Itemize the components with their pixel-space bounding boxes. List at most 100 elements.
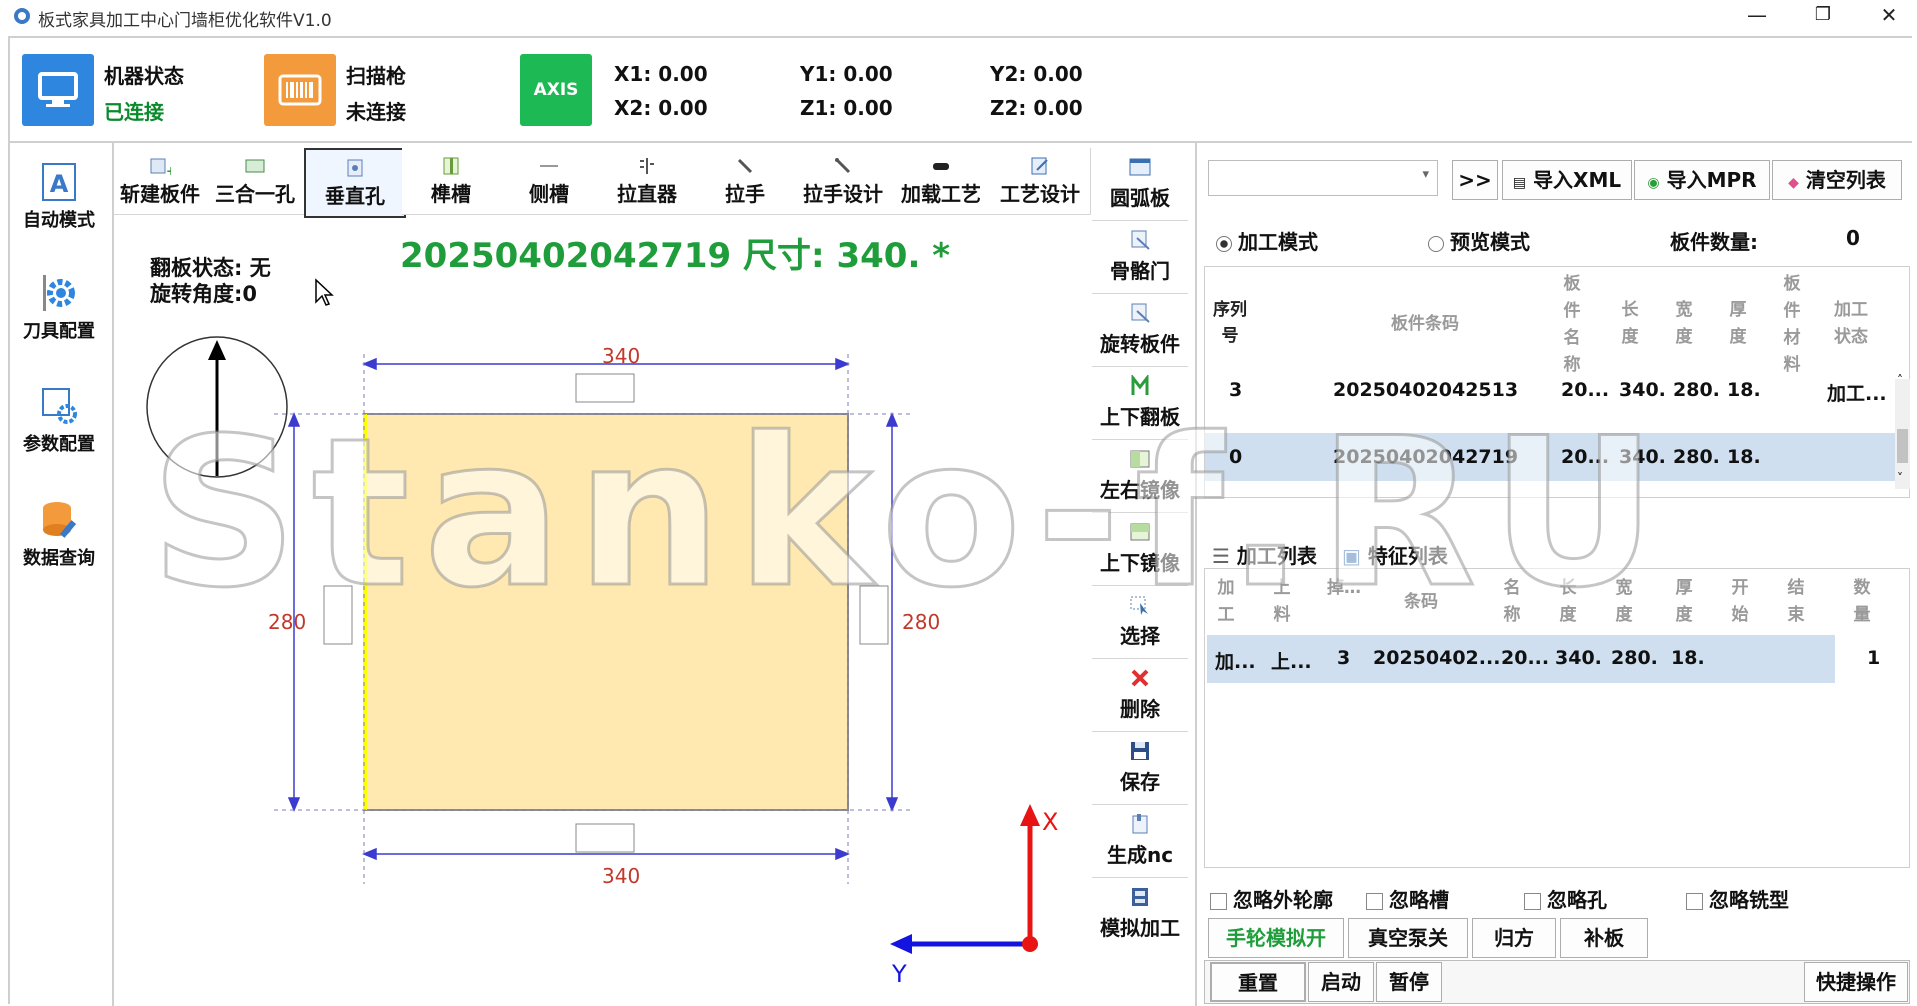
- restore-button[interactable]: ❐: [1800, 2, 1846, 30]
- scanner-icon-box: [264, 54, 336, 126]
- handwheel-sim-button[interactable]: 手轮模拟开: [1208, 918, 1344, 958]
- tool-load-process-label: 加载工艺: [901, 182, 981, 206]
- mode-process-radio[interactable]: 加工模式: [1216, 226, 1318, 255]
- tool-generate-nc-label: 生成nc: [1106, 843, 1174, 867]
- mouse-cursor-icon: [315, 278, 334, 306]
- tool-straightener[interactable]: 拉直器: [598, 148, 697, 215]
- scroll-up-icon[interactable]: ˄: [1897, 373, 1903, 387]
- tool-tenon-slot[interactable]: 榫槽: [402, 148, 501, 215]
- tool-handle-design[interactable]: 拉手设计: [794, 148, 893, 215]
- vacuum-pump-button[interactable]: 真空泵关: [1348, 918, 1468, 958]
- process-design-icon: [1031, 157, 1048, 175]
- axis-x1: X1: 0.00: [614, 62, 708, 86]
- tool-load-process[interactable]: 加载工艺: [892, 148, 991, 215]
- ignore-outline-checkbox[interactable]: 忽略外轮廓: [1210, 884, 1333, 913]
- simulate-process-icon: [1132, 888, 1148, 906]
- table1-header-seq: 序列号: [1213, 300, 1247, 346]
- ignore-milling-checkbox[interactable]: 忽略铣型: [1686, 884, 1789, 913]
- tool-three-in-one-hole[interactable]: 三合一孔: [206, 148, 305, 215]
- tool-handle[interactable]: 拉手: [696, 148, 795, 215]
- square-return-button[interactable]: 归方: [1472, 918, 1556, 958]
- tool-side-slot[interactable]: 侧槽: [500, 148, 599, 215]
- tool-save[interactable]: 保存: [1092, 732, 1188, 805]
- table2-header-thk: 厚度: [1675, 578, 1693, 625]
- load-process-icon: [933, 163, 949, 170]
- board-count-value: 0: [1846, 226, 1860, 250]
- new-board-icon: +: [150, 158, 171, 176]
- nav-param-config[interactable]: 参数配置: [10, 386, 108, 456]
- axis-y1: Y1: 0.00: [800, 62, 893, 86]
- quick-ops-button[interactable]: 快捷操作: [1804, 962, 1908, 1002]
- machine-status-label: 机器状态: [104, 64, 184, 88]
- scanner-value: 未连接: [346, 100, 406, 124]
- axis-x2: X2: 0.00: [614, 96, 708, 120]
- close-button[interactable]: ✕: [1866, 2, 1912, 30]
- table1-header-state: 加工状态: [1834, 300, 1868, 347]
- tool-gear-icon: [43, 275, 75, 311]
- tool-generate-nc[interactable]: 生成nc: [1092, 805, 1188, 878]
- axis-y2: Y2: 0.00: [990, 62, 1083, 86]
- ignore-slot-checkbox[interactable]: 忽略槽: [1366, 884, 1449, 913]
- table1-scroll-thumb[interactable]: [1897, 429, 1908, 463]
- x-axis-head: [1020, 804, 1040, 826]
- clear-list-button[interactable]: ◆ 清空列表: [1772, 160, 1902, 200]
- nav-auto-mode[interactable]: A 自动模式: [10, 162, 108, 232]
- y-axis-head: [890, 934, 912, 954]
- nav-param-config-label: 参数配置: [23, 434, 95, 455]
- scroll-down-icon[interactable]: ˅: [1897, 471, 1903, 485]
- barcode-icon: [278, 74, 322, 106]
- reset-button[interactable]: 重置: [1210, 962, 1306, 1002]
- tenon-slot-icon: [443, 157, 459, 175]
- tool-straightener-label: 拉直器: [617, 182, 677, 206]
- dropdown-chevron-icon: ▾: [1422, 167, 1429, 182]
- tool-simulate-process[interactable]: 模拟加工: [1092, 878, 1188, 950]
- mode-preview-radio[interactable]: 预览模式: [1428, 226, 1530, 255]
- tool-rotate-board[interactable]: 旋转板件: [1092, 294, 1188, 367]
- svg-text:A: A: [50, 170, 69, 198]
- import-mpr-icon: ◉: [1647, 175, 1660, 191]
- edge-tab-bottom[interactable]: [575, 823, 635, 853]
- axis-badge: AXIS: [520, 54, 592, 126]
- import-xml-button[interactable]: ▤ 导入XML: [1502, 160, 1632, 200]
- table2-header-start: 开始: [1731, 578, 1749, 625]
- tool-arc-board-label: 圆弧板: [1110, 186, 1170, 210]
- import-mpr-label: 导入MPR: [1666, 168, 1757, 192]
- eraser-icon: ◆: [1788, 175, 1799, 191]
- patch-board-button[interactable]: 补板: [1560, 918, 1648, 958]
- side-slot-icon: [540, 165, 558, 167]
- tool-save-label: 保存: [1120, 770, 1160, 794]
- ignore-hole-checkbox[interactable]: 忽略孔: [1524, 884, 1607, 913]
- table2-cell-len: 340.: [1555, 647, 1602, 669]
- flip-updown-icon: [1131, 375, 1149, 395]
- auto-mode-icon: A: [42, 163, 76, 201]
- generate-nc-icon: [1132, 814, 1148, 834]
- import-mpr-button[interactable]: ◉ 导入MPR: [1634, 160, 1770, 200]
- axis-z1: Z1: 0.00: [800, 96, 893, 120]
- tool-simulate-process-label: 模拟加工: [1100, 916, 1180, 940]
- tool-arc-board[interactable]: 圆弧板: [1092, 148, 1188, 221]
- tool-delete[interactable]: 删除: [1092, 659, 1188, 732]
- save-icon: [1131, 742, 1149, 760]
- tool-process-design[interactable]: 工艺设计: [990, 148, 1091, 215]
- table1-header-code: 板件条码: [1391, 314, 1459, 334]
- nav-tool-config[interactable]: 刀具配置: [10, 273, 108, 343]
- minimize-button[interactable]: —: [1734, 2, 1780, 30]
- expand-arrow-button[interactable]: >>: [1452, 160, 1498, 200]
- app-logo-icon: [14, 8, 30, 24]
- tool-vertical-hole[interactable]: 垂直孔: [304, 148, 406, 218]
- start-button[interactable]: 启动: [1308, 962, 1374, 1002]
- pause-button[interactable]: 暂停: [1376, 962, 1442, 1002]
- origin-point: [1022, 936, 1038, 952]
- nav-data-query[interactable]: 数据查询: [10, 500, 108, 570]
- rotate-board-icon: [1131, 303, 1150, 323]
- table2-cell-load: 上...: [1271, 651, 1312, 673]
- tool-new-board[interactable]: + 斩建板件: [114, 148, 207, 215]
- table1-scrollbar[interactable]: ˄ ˅: [1895, 373, 1910, 489]
- tool-handle-label: 拉手: [725, 182, 765, 206]
- database-icon: [43, 502, 77, 538]
- tool-delete-label: 删除: [1120, 697, 1160, 721]
- import-xml-label: 导入XML: [1533, 168, 1622, 192]
- svg-text:+: +: [166, 164, 171, 176]
- file-select-dropdown[interactable]: ▾: [1208, 160, 1438, 196]
- tool-skeleton-door[interactable]: 骨骼门: [1092, 221, 1188, 294]
